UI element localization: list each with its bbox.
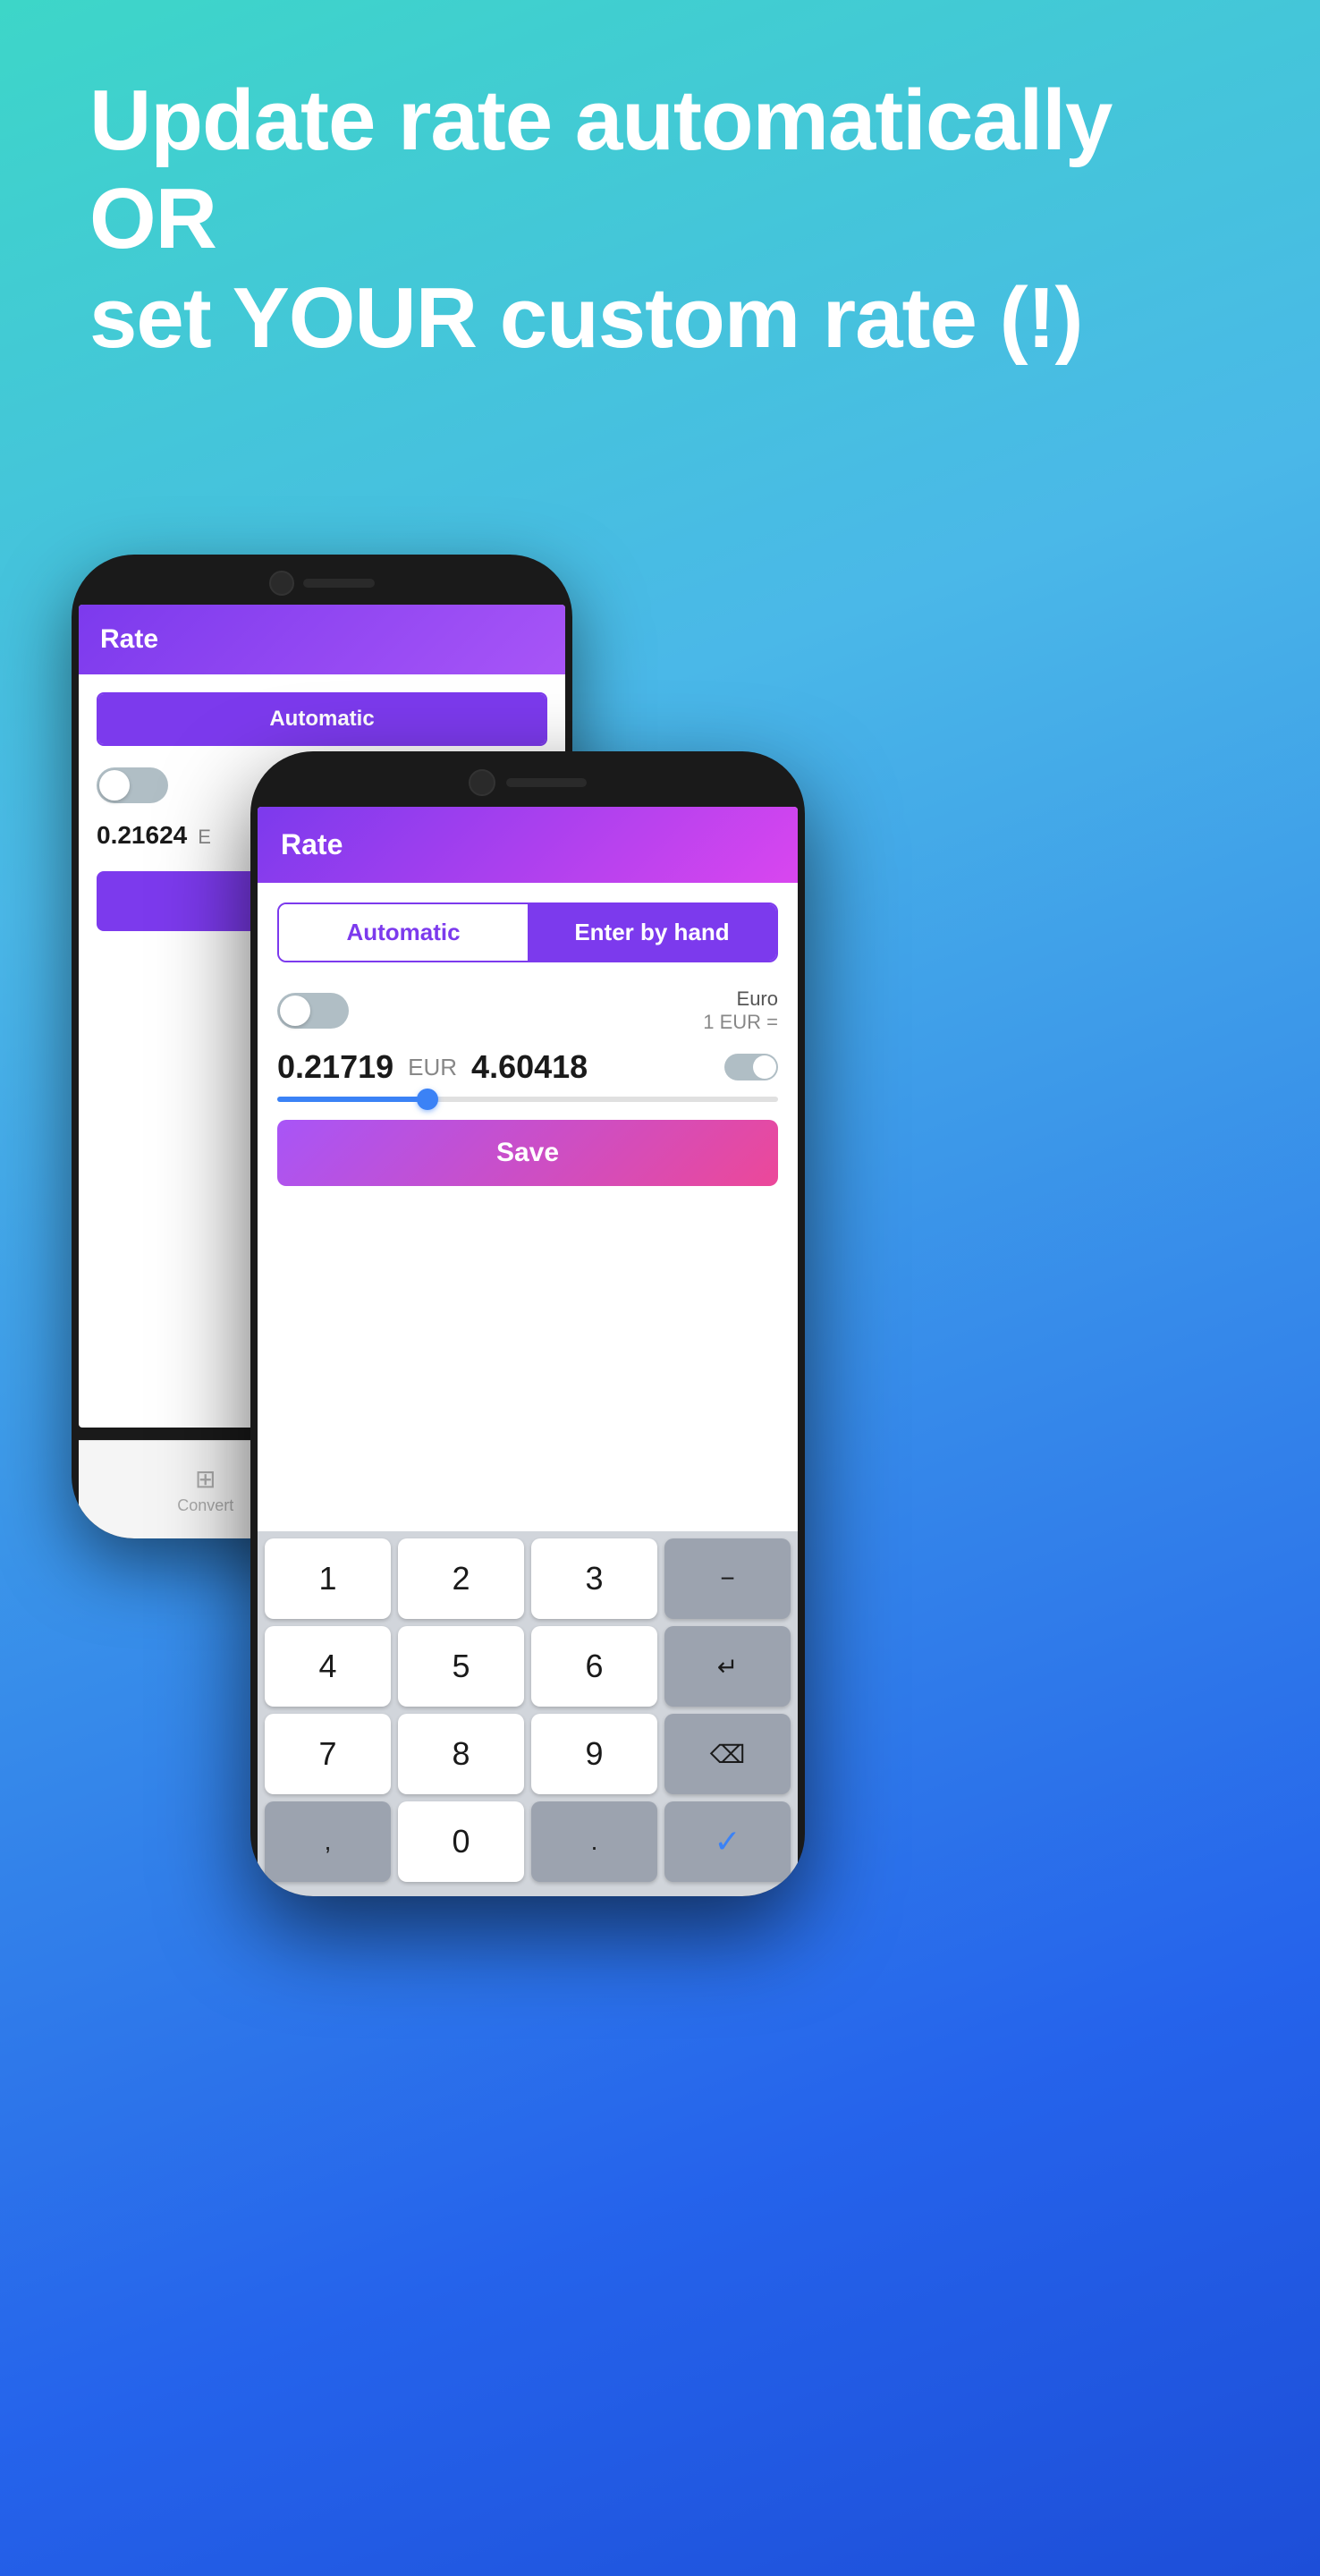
front-header: Rate <box>258 807 798 883</box>
front-tab-automatic[interactable]: Automatic <box>279 904 528 961</box>
front-notch-area <box>250 751 805 807</box>
keyboard-row-2: 4 5 6 ↵ <box>265 1626 791 1707</box>
back-speaker <box>303 579 375 588</box>
hero-text: Update rate automatically OR set YOUR cu… <box>89 72 1231 368</box>
front-header-title: Rate <box>281 828 343 860</box>
front-tab-bar: Automatic Enter by hand <box>277 902 778 962</box>
back-rate-currency: E <box>198 826 211 849</box>
back-header-title: Rate <box>100 624 158 654</box>
key-minus[interactable]: − <box>664 1538 791 1619</box>
key-8[interactable]: 8 <box>398 1714 524 1791</box>
front-rate-main: 0.21719 <box>277 1048 393 1086</box>
front-slider-fill <box>277 1097 427 1102</box>
key-backspace[interactable]: ⌫ <box>664 1714 791 1791</box>
hero-line1: Update rate automatically <box>89 72 1112 168</box>
front-main-toggle[interactable] <box>277 993 349 1029</box>
keyboard-row-1: 1 2 3 − <box>265 1538 791 1619</box>
key-return[interactable]: ↵ <box>664 1626 791 1707</box>
front-rate-converted: 4.60418 <box>471 1048 710 1086</box>
front-slider-track <box>277 1097 778 1102</box>
key-5[interactable]: 5 <box>398 1626 524 1707</box>
front-toggle-row: Euro 1 EUR = <box>277 987 778 1034</box>
front-small-toggle[interactable] <box>724 1054 778 1080</box>
front-rate-currency: EUR <box>408 1054 457 1081</box>
back-tab-automatic[interactable]: Automatic <box>98 694 546 744</box>
back-rate-value: 0.21624 <box>97 821 187 850</box>
front-save-button[interactable]: Save <box>277 1120 778 1186</box>
key-1[interactable]: 1 <box>265 1538 391 1619</box>
front-screen: Rate Automatic Enter by hand Euro 1 EUR … <box>258 807 798 1791</box>
keyboard-row-3: 7 8 9 ⌫ <box>265 1714 791 1791</box>
front-camera <box>469 769 495 796</box>
front-content: Automatic Enter by hand Euro 1 EUR = 0.2… <box>258 883 798 1206</box>
key-4[interactable]: 4 <box>265 1626 391 1707</box>
hero-line2: OR <box>89 171 216 267</box>
front-currency-eq: 1 EUR = <box>703 1011 778 1034</box>
keyboard: 1 2 3 − 4 5 6 ↵ 7 8 9 ⌫ , 0 . ✓ <box>258 1531 798 1791</box>
hero-line3: set YOUR custom rate (!) <box>89 270 1082 366</box>
key-3[interactable]: 3 <box>531 1538 657 1619</box>
back-header: Rate <box>79 605 565 674</box>
front-currency-name: Euro <box>703 987 778 1011</box>
front-slider-thumb[interactable] <box>417 1089 438 1110</box>
key-6[interactable]: 6 <box>531 1626 657 1707</box>
phone-front: Rate Automatic Enter by hand Euro 1 EUR … <box>250 751 805 1896</box>
key-9[interactable]: 9 <box>531 1714 657 1791</box>
back-toggle[interactable] <box>97 767 168 803</box>
back-notch-area <box>72 555 572 605</box>
front-slider-container[interactable] <box>277 1097 778 1102</box>
front-speaker <box>506 778 587 787</box>
front-rate-row: 0.21719 EUR 4.60418 <box>277 1048 778 1086</box>
front-tab-enter-by-hand[interactable]: Enter by hand <box>528 904 776 961</box>
key-7[interactable]: 7 <box>265 1714 391 1791</box>
key-2[interactable]: 2 <box>398 1538 524 1619</box>
back-camera <box>269 571 294 596</box>
front-currency-info: Euro 1 EUR = <box>703 987 778 1034</box>
back-tab-bar: Automatic <box>97 692 547 746</box>
